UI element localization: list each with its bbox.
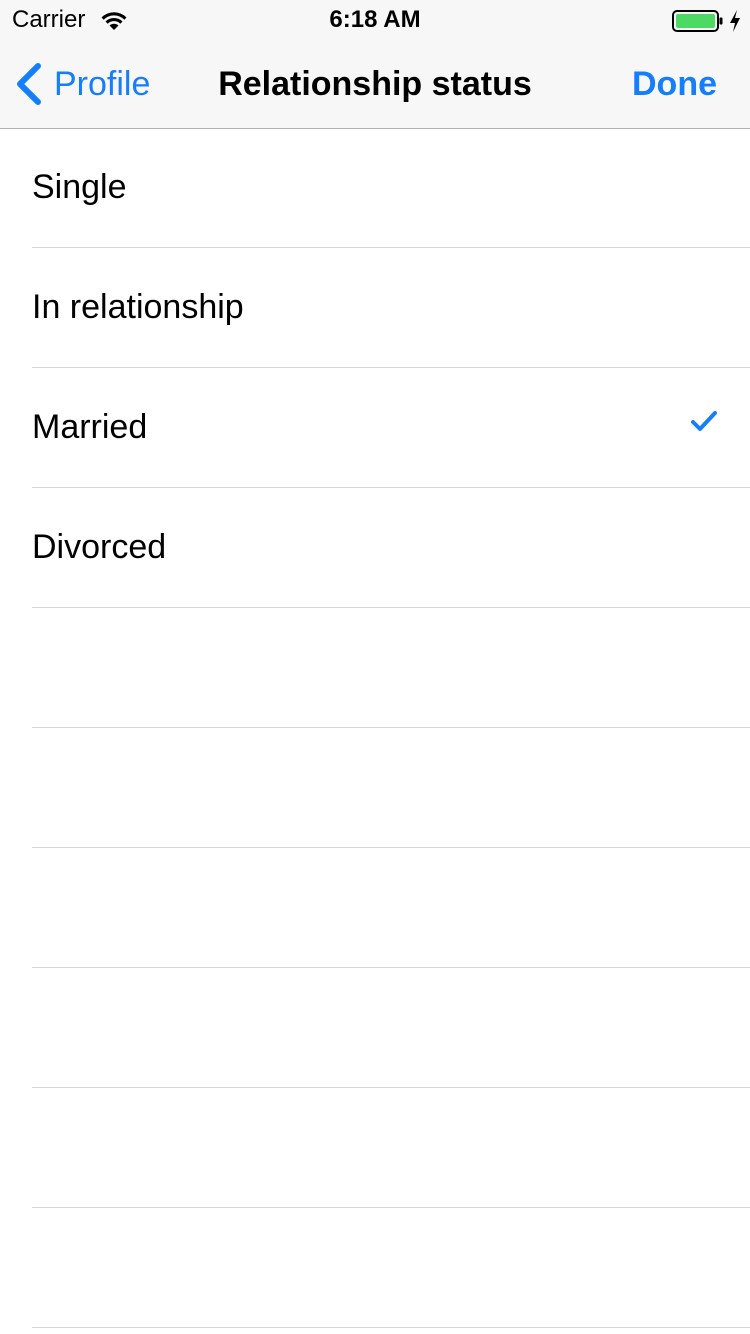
chevron-left-icon — [17, 63, 41, 105]
empty-row — [32, 848, 750, 968]
checkmark-icon — [691, 411, 717, 431]
empty-row — [32, 728, 750, 848]
list-item-label: Married — [32, 408, 148, 446]
battery-icon — [672, 10, 723, 32]
empty-row — [32, 968, 750, 1088]
top-bar: Carrier 6:18 AM Profile Relationship sta… — [0, 0, 750, 129]
back-button[interactable]: Profile — [14, 60, 150, 108]
status-bar: Carrier 6:18 AM — [0, 0, 750, 40]
options-list: Single In relationship Married Divorced — [0, 128, 750, 1328]
list-item-single[interactable]: Single — [32, 128, 750, 248]
back-button-label: Profile — [54, 65, 151, 103]
charging-bolt-icon — [730, 10, 740, 32]
list-item-married[interactable]: Married — [32, 368, 750, 488]
list-item-label: In relationship — [32, 288, 244, 326]
navigation-bar: Profile Relationship status Done — [0, 40, 750, 128]
list-item-in-relationship[interactable]: In relationship — [32, 248, 750, 368]
empty-row — [32, 1088, 750, 1208]
screen: Carrier 6:18 AM Profile Relationship sta… — [0, 0, 750, 1334]
clock: 6:18 AM — [329, 6, 421, 33]
empty-row — [32, 1208, 750, 1328]
done-button[interactable]: Done — [632, 62, 717, 106]
empty-row — [32, 608, 750, 728]
list-item-divorced[interactable]: Divorced — [32, 488, 750, 608]
list-item-label: Divorced — [32, 528, 167, 566]
list-item-label: Single — [32, 168, 127, 206]
